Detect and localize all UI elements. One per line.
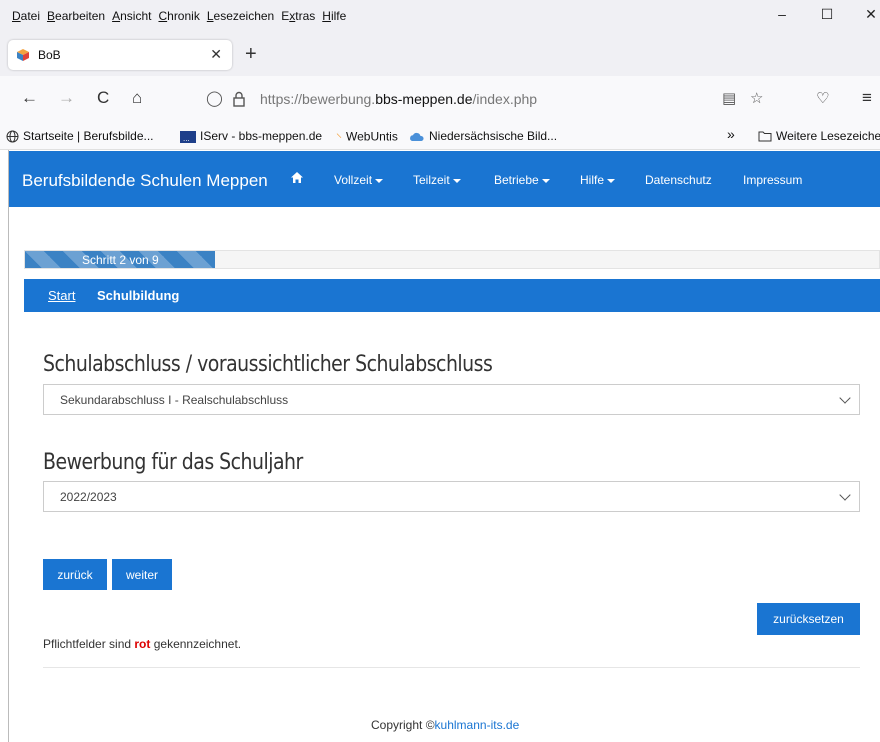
back-icon[interactable]: ← xyxy=(21,88,38,108)
bookmark-niedersachsen[interactable]: Niedersächsische Bild... xyxy=(409,129,557,143)
bookmark-folder-other[interactable]: Weitere Lesezeichen xyxy=(758,129,880,143)
chevron-down-icon xyxy=(839,392,851,404)
folder-icon xyxy=(758,131,772,142)
app-menu-icon[interactable]: ≡ xyxy=(862,88,872,108)
schulabschluss-value: Sekundarabschluss I - Realschulabschluss xyxy=(60,393,289,407)
tab-bob[interactable]: BoB ✕ xyxy=(8,40,232,70)
close-window-button[interactable]: ✕ xyxy=(856,6,880,23)
menu-extras[interactable]: Extras xyxy=(281,9,315,23)
forward-icon[interactable]: → xyxy=(58,88,75,108)
new-tab-button[interactable]: + xyxy=(245,43,257,66)
tab-close-icon[interactable]: ✕ xyxy=(210,46,222,63)
home-icon[interactable]: ⌂ xyxy=(132,88,142,108)
bookmark-star-icon[interactable]: ☆ xyxy=(750,89,763,107)
site-navbar: Berufsbildende Schulen Meppen Vollzeit T… xyxy=(9,151,880,207)
nav-impressum[interactable]: Impressum xyxy=(743,173,802,187)
menu-bearbeiten[interactable]: Bearbeiten xyxy=(47,9,105,23)
step-progress: Schritt 2 von 9 xyxy=(24,250,880,269)
site-brand[interactable]: Berufsbildende Schulen Meppen xyxy=(22,171,268,191)
url-bar[interactable]: ◯ https://bewerbung.bbs-meppen.de/index.… xyxy=(196,84,774,114)
menu-ansicht[interactable]: Ansicht xyxy=(112,9,151,23)
required-fields-note: Pflichtfelder sind rot gekennzeichnet. xyxy=(43,637,242,651)
step-progress-label: Schritt 2 von 9 xyxy=(82,253,159,267)
bookmarks-overflow-icon[interactable]: » xyxy=(727,126,735,142)
schulabschluss-select[interactable]: Sekundarabschluss I - Realschulabschluss xyxy=(43,384,860,415)
copyright-link[interactable]: kuhlmann-its.de xyxy=(435,718,520,732)
lock-icon[interactable] xyxy=(232,91,246,107)
bookmark-webuntis[interactable]: ⸌ WebUntis xyxy=(336,129,398,146)
copyright: Copyright ©kuhlmann-its.de xyxy=(371,718,520,732)
page-left-border xyxy=(8,150,9,742)
iserv-icon: ... xyxy=(180,130,196,143)
menu-bar: Datei Bearbeiten Ansicht Chronik Lesezei… xyxy=(0,0,880,34)
footer-divider xyxy=(43,667,860,668)
url-text: https://bewerbung.bbs-meppen.de/index.ph… xyxy=(260,91,538,107)
caret-down-icon xyxy=(607,178,616,183)
minimize-button[interactable]: – xyxy=(767,6,797,22)
tracking-shield-icon[interactable]: ◯ xyxy=(206,89,223,107)
menu-chronik[interactable]: Chronik xyxy=(158,9,199,23)
nav-datenschutz[interactable]: Datenschutz xyxy=(645,173,712,187)
tab-title: BoB xyxy=(38,48,61,62)
bookmark-iserv[interactable]: ... IServ - bbs-meppen.de xyxy=(180,129,322,143)
maximize-button[interactable]: ☐ xyxy=(812,6,842,23)
next-button[interactable]: weiter xyxy=(112,559,172,590)
schuljahr-select[interactable]: 2022/2023 xyxy=(43,481,860,512)
caret-down-icon xyxy=(375,178,384,183)
schuljahr-value: 2022/2023 xyxy=(60,490,117,504)
bookmarks-bar: Startseite | Berufsbilde... ... IServ - … xyxy=(0,122,880,150)
nav-hilfe[interactable]: Hilfe xyxy=(580,173,616,187)
reader-view-icon[interactable]: ▤ xyxy=(722,89,736,107)
cloud-icon xyxy=(410,132,424,141)
pocket-icon[interactable]: ♡ xyxy=(816,89,829,107)
breadcrumb: Start Schulbildung xyxy=(24,279,880,312)
nav-toolbar: ← → C ⌂ ◯ https://bewerbung.bbs-meppen.d… xyxy=(0,76,880,122)
nav-betriebe[interactable]: Betriebe xyxy=(494,173,550,187)
reset-button[interactable]: zurücksetzen xyxy=(757,603,860,635)
svg-text:...: ... xyxy=(183,134,190,143)
menu-datei[interactable]: Datei xyxy=(12,9,40,23)
home-nav-icon[interactable] xyxy=(291,172,303,183)
bookmark-startseite[interactable]: Startseite | Berufsbilde... xyxy=(6,129,154,143)
breadcrumb-start-link[interactable]: Start xyxy=(48,288,75,303)
schulabschluss-label: Schulabschluss / voraussichtlicher Schul… xyxy=(43,352,493,377)
back-button[interactable]: zurück xyxy=(43,559,107,590)
menu-hilfe[interactable]: Hilfe xyxy=(322,9,346,23)
tab-bar: BoB ✕ + xyxy=(0,34,880,76)
reload-icon[interactable]: C xyxy=(97,88,109,108)
nav-teilzeit[interactable]: Teilzeit xyxy=(413,173,461,187)
chevron-down-icon xyxy=(839,489,851,501)
breadcrumb-current: Schulbildung xyxy=(97,288,180,303)
menu-lesezeichen[interactable]: Lesezeichen xyxy=(207,9,274,23)
caret-down-icon xyxy=(452,178,461,183)
webuntis-icon: ⸌ xyxy=(336,131,343,145)
globe-icon xyxy=(6,130,19,143)
bob-favicon-icon xyxy=(17,49,29,61)
caret-down-icon xyxy=(541,178,550,183)
nav-vollzeit[interactable]: Vollzeit xyxy=(334,173,384,187)
schuljahr-label: Bewerbung für das Schuljahr xyxy=(43,450,303,475)
